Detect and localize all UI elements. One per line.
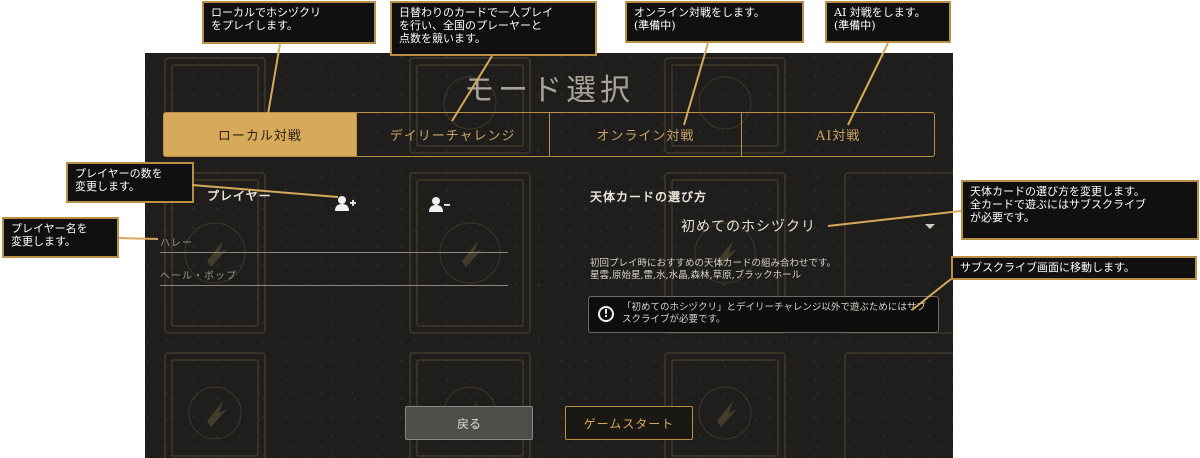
remove-player-button[interactable] bbox=[429, 195, 451, 215]
tab-ai-battle[interactable]: AI対戦 bbox=[741, 113, 934, 156]
tab-local-battle[interactable]: ローカル対戦 bbox=[164, 113, 356, 156]
player-name-input-1[interactable]: ハレー bbox=[160, 229, 508, 253]
callout-ai-line-2: (準備中) bbox=[834, 19, 876, 32]
remove-person-icon bbox=[429, 197, 450, 212]
callout-player-count: プレイヤーの数を 変更します。 bbox=[66, 162, 194, 203]
callout-card-method-line-1: 天体カードの選び方を変更します。 bbox=[970, 185, 1145, 198]
card-method-label: 天体カードの選び方 bbox=[590, 190, 708, 204]
callout-daily-line-3: 点数を競います。 bbox=[399, 32, 486, 45]
callout-subscribe: サブスクライブ画面に移動します。 bbox=[951, 256, 1197, 280]
callout-online-line-2: (準備中) bbox=[634, 19, 676, 32]
chevron-down-icon bbox=[925, 224, 935, 229]
card-set-description-text: 初回プレイ時におすすめの天体カードの組み合わせです。 bbox=[590, 258, 837, 269]
callout-daily: 日替わりのカードで一人プレイ を行い、全国のプレーヤーと 点数を競います。 bbox=[390, 1, 597, 56]
exclamation-icon: ! bbox=[598, 306, 614, 322]
players-label: プレイヤー bbox=[207, 189, 272, 203]
add-player-button[interactable] bbox=[335, 194, 357, 214]
card-method-selected: 初めてのホシヅクリ bbox=[681, 219, 816, 235]
callout-card-method-line-3: が必要です。 bbox=[970, 211, 1035, 224]
callout-player-count-line-2: 変更します。 bbox=[75, 180, 140, 193]
callout-player-name: プレイヤー名を 変更します。 bbox=[2, 217, 119, 258]
callout-local: ローカルでホシヅクリ をプレイします。 bbox=[202, 1, 376, 44]
card-set-card-list: 星雲,原始星,雷,水,水晶,森林,草原,ブラックホール bbox=[590, 270, 802, 281]
callout-local-line-2: をプレイします。 bbox=[211, 19, 298, 32]
callout-subscribe-line-1: サブスクライブ画面に移動します。 bbox=[960, 261, 1135, 274]
card-method-select[interactable]: 初めてのホシヅクリ bbox=[681, 216, 937, 238]
card-set-description: 初回プレイ時におすすめの天体カードの組み合わせです。 星雲,原始星,雷,水,水晶… bbox=[590, 258, 950, 282]
player-name-input-2[interactable]: ヘール・ボップ bbox=[160, 262, 508, 286]
callout-player-name-line-2: 変更します。 bbox=[11, 235, 76, 248]
callout-player-name-line-1: プレイヤー名を bbox=[11, 222, 88, 235]
callout-daily-line-1: 日替わりのカードで一人プレイ bbox=[399, 6, 553, 19]
callout-card-method-line-2: 全カードで遊ぶにはサブスクライブ bbox=[970, 198, 1146, 211]
mode-select-screen: モード選択 ローカル対戦 デイリーチャレンジ オンライン対戦 AI対戦 プレイヤ… bbox=[145, 53, 953, 458]
add-person-icon bbox=[335, 196, 356, 211]
subscribe-notice-text: 「初めてのホシヅクリ」とデイリーチャレンジ以外で遊ぶためにはサブスクライブが必要… bbox=[622, 302, 926, 325]
tab-online-battle[interactable]: オンライン対戦 bbox=[548, 113, 742, 156]
page-title: モード選択 bbox=[464, 73, 634, 108]
game-start-button[interactable]: ゲームスタート bbox=[565, 406, 693, 440]
subscribe-notice-button[interactable]: ! 「初めてのホシヅクリ」とデイリーチャレンジ以外で遊ぶためにはサブスクライブが… bbox=[588, 296, 939, 333]
callout-local-line-1: ローカルでホシヅクリ bbox=[211, 6, 321, 19]
mode-tabs: ローカル対戦 デイリーチャレンジ オンライン対戦 AI対戦 bbox=[163, 112, 935, 157]
callout-ai: AI 対戦をします。 (準備中) bbox=[825, 1, 951, 43]
callout-card-method: 天体カードの選び方を変更します。 全カードで遊ぶにはサブスクライブ が必要です。 bbox=[961, 180, 1199, 240]
back-button[interactable]: 戻る bbox=[405, 406, 533, 440]
callout-player-count-line-1: プレイヤーの数を bbox=[75, 167, 163, 180]
callout-daily-line-2: を行い、全国のプレーヤーと bbox=[399, 19, 542, 32]
callout-online: オンライン対戦をします。 (準備中) bbox=[625, 1, 804, 43]
tab-daily-challenge[interactable]: デイリーチャレンジ bbox=[355, 113, 549, 156]
callout-ai-line-1: AI 対戦をします。 bbox=[834, 6, 926, 19]
callout-online-line-1: オンライン対戦をします。 bbox=[634, 6, 765, 19]
